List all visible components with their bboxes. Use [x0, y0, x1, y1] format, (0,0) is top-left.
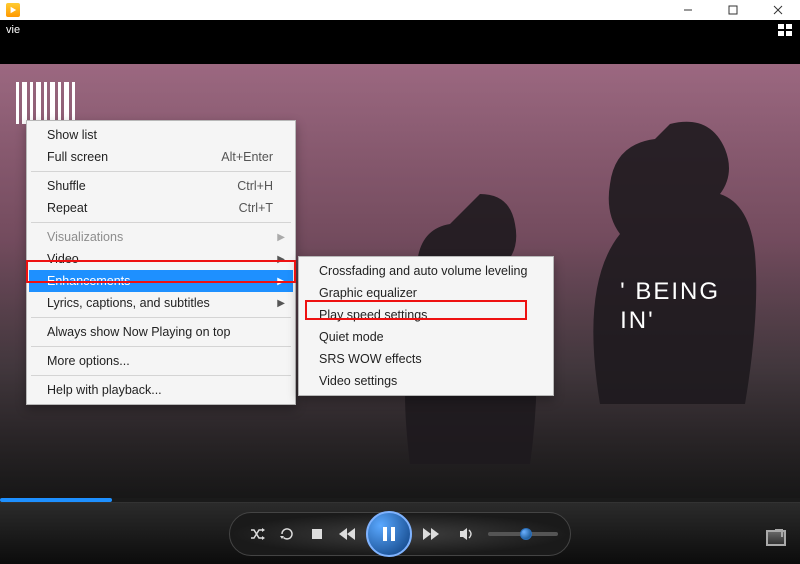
submenu-item-label: Graphic equalizer: [319, 286, 417, 300]
menu-item-label: Repeat: [47, 201, 87, 215]
menu-item-label: Enhancements: [47, 274, 130, 288]
menu-item-shortcut: Ctrl+H: [237, 179, 273, 193]
submenu-item-label: Play speed settings: [319, 308, 427, 322]
menu-item[interactable]: More options...: [29, 350, 293, 372]
play-pause-button[interactable]: [366, 511, 412, 557]
minimize-button[interactable]: [665, 0, 710, 20]
submenu-item-label: Crossfading and auto volume leveling: [319, 264, 527, 278]
menu-item[interactable]: Full screen Alt+Enter: [29, 146, 293, 168]
menu-item-shortcut: Alt+Enter: [221, 150, 273, 164]
menu-item[interactable]: Shuffle Ctrl+H: [29, 175, 293, 197]
menu-item[interactable]: Show list: [29, 124, 293, 146]
submenu-arrow-icon: ▶: [277, 254, 285, 265]
shuffle-button[interactable]: [242, 519, 272, 549]
menu-item[interactable]: Always show Now Playing on top: [29, 321, 293, 343]
fullscreen-button[interactable]: [766, 530, 786, 546]
figure-right: [540, 104, 760, 404]
menu-item-label: Lyrics, captions, and subtitles: [47, 296, 210, 310]
menu-item-label: More options...: [47, 354, 130, 368]
menu-separator: [31, 222, 291, 223]
menu-separator: [31, 346, 291, 347]
volume-slider[interactable]: [488, 532, 558, 536]
menu-separator: [31, 375, 291, 376]
barcode-graphic: [16, 82, 75, 124]
menu-item[interactable]: Help with playback...: [29, 379, 293, 401]
context-menu: Show list Full screen Alt+Enter Shuffle Ctrl…: [26, 120, 296, 405]
switch-to-library-icon[interactable]: [778, 24, 794, 36]
close-button[interactable]: [755, 0, 800, 20]
menu-item-label: Always show Now Playing on top: [47, 325, 230, 339]
menu-item[interactable]: Enhancements ▶: [29, 270, 293, 292]
forward-button[interactable]: [416, 519, 446, 549]
menu-item: Visualizations ▶: [29, 226, 293, 248]
video-overlay-text: ' BEING IN': [620, 278, 720, 336]
submenu-item[interactable]: Graphic equalizer: [301, 282, 551, 304]
maximize-button[interactable]: [710, 0, 755, 20]
now-playing-label: vie: [6, 24, 20, 36]
menu-item-label: Visualizations: [47, 230, 123, 244]
volume-knob[interactable]: [520, 528, 532, 540]
repeat-button[interactable]: [272, 519, 302, 549]
mute-button[interactable]: [452, 519, 482, 549]
menu-item[interactable]: Lyrics, captions, and subtitles ▶: [29, 292, 293, 314]
playback-controls: 00:56: [0, 502, 800, 564]
menu-item-label: Video: [47, 252, 79, 266]
submenu-item[interactable]: Quiet mode: [301, 326, 551, 348]
menu-item-label: Full screen: [47, 150, 108, 164]
stop-button[interactable]: [302, 519, 332, 549]
submenu-item[interactable]: Play speed settings: [301, 304, 551, 326]
submenu-arrow-icon: ▶: [277, 276, 285, 287]
overlay-line-1: ' BEING: [620, 278, 720, 307]
submenu-item-label: Video settings: [319, 374, 397, 388]
menu-item-label: Shuffle: [47, 179, 86, 193]
titlebar: [0, 0, 800, 20]
submenu-arrow-icon: ▶: [277, 298, 285, 309]
now-playing-bar: vie: [0, 20, 800, 64]
submenu-item-label: SRS WOW effects: [319, 352, 422, 366]
submenu-item[interactable]: Video settings: [301, 370, 551, 392]
menu-item-label: Help with playback...: [47, 383, 162, 397]
rewind-button[interactable]: [332, 519, 362, 549]
menu-separator: [31, 317, 291, 318]
submenu-item-label: Quiet mode: [319, 330, 384, 344]
transport-cluster: [229, 512, 571, 556]
overlay-line-2: IN': [620, 307, 720, 336]
menu-item-shortcut: Ctrl+T: [239, 201, 273, 215]
submenu-item[interactable]: SRS WOW effects: [301, 348, 551, 370]
submenu-arrow-icon: ▶: [277, 232, 285, 243]
enhancements-submenu: Crossfading and auto volume leveling Grap…: [298, 256, 554, 396]
menu-item[interactable]: Repeat Ctrl+T: [29, 197, 293, 219]
menu-item[interactable]: Video ▶: [29, 248, 293, 270]
menu-separator: [31, 171, 291, 172]
menu-item-label: Show list: [47, 128, 97, 142]
window-controls: [665, 0, 800, 20]
app-icon: [6, 3, 20, 17]
submenu-item[interactable]: Crossfading and auto volume leveling: [301, 260, 551, 282]
